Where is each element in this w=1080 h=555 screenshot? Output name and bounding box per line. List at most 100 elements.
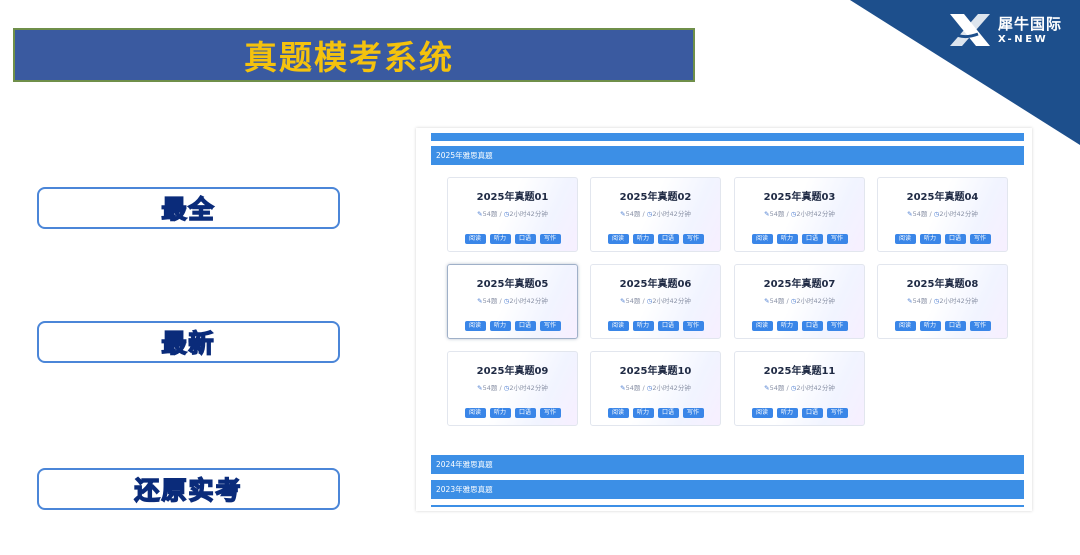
exam-card-title: 2025年真题08 [906, 279, 979, 290]
section-tag-button[interactable]: 口语 [657, 408, 679, 418]
exam-card-title: 2025年真题02 [619, 192, 692, 203]
feature-box-most-complete: 最全 [37, 187, 340, 229]
section-tag-button[interactable]: 听力 [776, 321, 798, 331]
section-tag-button[interactable]: 口语 [657, 321, 679, 331]
section-tag-button[interactable]: 写作 [539, 234, 561, 244]
section-tag-button[interactable]: 听力 [632, 321, 654, 331]
section-tag-button[interactable]: 写作 [539, 321, 561, 331]
question-count: 54题 [482, 384, 498, 392]
section-tag-button[interactable]: 听力 [489, 408, 511, 418]
exam-card-title: 2025年真题09 [476, 366, 549, 377]
question-count: 54题 [625, 297, 641, 305]
feature-label: 最新 [161, 328, 216, 359]
section-tag-button[interactable]: 阅读 [894, 321, 916, 331]
section-tag-button[interactable]: 阅读 [751, 234, 773, 244]
section-tag-button[interactable]: 写作 [826, 408, 848, 418]
section-tag-button[interactable]: 阅读 [894, 234, 916, 244]
exam-duration: 2小时42分钟 [939, 297, 978, 305]
section-tag-button[interactable]: 听力 [919, 321, 941, 331]
section-header-2023[interactable]: 2023年雅思真题 [431, 480, 1024, 499]
exam-card-tags: 阅读 听力 口语 写作 [591, 321, 720, 331]
exam-card[interactable]: 2025年真题02 ✎54题 / ◷2小时42分钟 阅读 听力 口语 写作 [590, 177, 721, 252]
exam-duration: 2小时42分钟 [796, 210, 835, 218]
section-tag-button[interactable]: 阅读 [751, 408, 773, 418]
exam-duration: 2小时42分钟 [652, 297, 691, 305]
exam-card[interactable]: 2025年真题06 ✎54题 / ◷2小时42分钟 阅读 听力 口语 写作 [590, 264, 721, 339]
section-tag-button[interactable]: 阅读 [464, 408, 486, 418]
exam-card-meta: ✎54题 / ◷2小时42分钟 [448, 382, 577, 392]
exam-duration: 2小时42分钟 [796, 297, 835, 305]
section-header-2024[interactable]: 2024年雅思真题 [431, 455, 1024, 474]
section-tag-button[interactable]: 听力 [776, 234, 798, 244]
exam-card[interactable]: 2025年真题07 ✎54题 / ◷2小时42分钟 阅读 听力 口语 写作 [734, 264, 865, 339]
page-title: 真题模考系统 [244, 38, 454, 77]
question-count: 54题 [769, 297, 785, 305]
exam-card[interactable]: 2025年真题08 ✎54题 / ◷2小时42分钟 阅读 听力 口语 写作 [877, 264, 1008, 339]
exam-card-tags: 阅读 听力 口语 写作 [735, 321, 864, 331]
section-tag-button[interactable]: 口语 [514, 321, 536, 331]
exam-card-tags: 阅读 听力 口语 写作 [735, 408, 864, 418]
exam-duration: 2小时42分钟 [652, 210, 691, 218]
section-tag-button[interactable]: 写作 [826, 321, 848, 331]
exam-card[interactable]: 2025年真题01 ✎54题 / ◷2小时42分钟 阅读 听力 口语 写作 [447, 177, 578, 252]
exam-list-panel: 2025年雅思真题 2025年真题01 ✎54题 / ◷2小时42分钟 阅读 听力 口语… [416, 128, 1032, 511]
question-count: 54题 [912, 297, 928, 305]
exam-card-title: 2025年真题01 [476, 192, 549, 203]
section-tag-button[interactable]: 听力 [776, 408, 798, 418]
section-tag-button[interactable]: 阅读 [607, 321, 629, 331]
question-count: 54题 [625, 384, 641, 392]
question-count: 54题 [912, 210, 928, 218]
section-tag-button[interactable]: 写作 [682, 408, 704, 418]
exam-card-tags: 阅读 听力 口语 写作 [878, 321, 1007, 331]
section-tag-button[interactable]: 阅读 [464, 321, 486, 331]
question-count: 54题 [625, 210, 641, 218]
exam-card-tags: 阅读 听力 口语 写作 [448, 234, 577, 244]
exam-card-tags: 阅读 听力 口语 写作 [591, 234, 720, 244]
section-tag-button[interactable]: 写作 [826, 234, 848, 244]
question-count: 54题 [769, 210, 785, 218]
logo-chinese-text: 犀牛国际 [998, 15, 1063, 33]
exam-card-title: 2025年真题06 [619, 279, 692, 290]
section-tag-button[interactable]: 写作 [682, 234, 704, 244]
exam-card-tags: 阅读 听力 口语 写作 [735, 234, 864, 244]
section-tag-button[interactable]: 口语 [944, 321, 966, 331]
exam-card-title: 2025年真题11 [763, 366, 836, 377]
section-tag-button[interactable]: 阅读 [607, 408, 629, 418]
section-tag-button[interactable]: 阅读 [751, 321, 773, 331]
section-tag-button[interactable]: 口语 [801, 408, 823, 418]
section-tag-button[interactable]: 口语 [944, 234, 966, 244]
section-tag-button[interactable]: 听力 [489, 234, 511, 244]
section-tag-button[interactable]: 写作 [539, 408, 561, 418]
exam-card-meta: ✎54题 / ◷2小时42分钟 [448, 208, 577, 218]
section-tag-button[interactable]: 写作 [969, 321, 991, 331]
section-tag-button[interactable]: 听力 [489, 321, 511, 331]
feature-box-real-exam: 还原实考 [37, 468, 340, 510]
feature-label: 最全 [161, 194, 216, 225]
exam-card-title: 2025年真题04 [906, 192, 979, 203]
section-tag-button[interactable]: 听力 [919, 234, 941, 244]
section-tag-button[interactable]: 听力 [632, 234, 654, 244]
section-tag-button[interactable]: 口语 [657, 234, 679, 244]
section-tag-button[interactable]: 写作 [969, 234, 991, 244]
exam-card[interactable]: 2025年真题03 ✎54题 / ◷2小时42分钟 阅读 听力 口语 写作 [734, 177, 865, 252]
exam-card[interactable]: 2025年真题09 ✎54题 / ◷2小时42分钟 阅读 听力 口语 写作 [447, 351, 578, 426]
question-count: 54题 [482, 210, 498, 218]
section-header-2025[interactable]: 2025年雅思真题 [431, 146, 1024, 165]
section-tag-button[interactable]: 听力 [632, 408, 654, 418]
exam-card[interactable]: 2025年真题04 ✎54题 / ◷2小时42分钟 阅读 听力 口语 写作 [877, 177, 1008, 252]
section-tag-button[interactable]: 口语 [514, 234, 536, 244]
section-tag-button[interactable]: 口语 [801, 234, 823, 244]
exam-card[interactable]: 2025年真题05 ✎54题 / ◷2小时42分钟 阅读 听力 口语 写作 [447, 264, 578, 339]
exam-card[interactable]: 2025年真题11 ✎54题 / ◷2小时42分钟 阅读 听力 口语 写作 [734, 351, 865, 426]
exam-card-tags: 阅读 听力 口语 写作 [448, 408, 577, 418]
exam-card[interactable]: 2025年真题10 ✎54题 / ◷2小时42分钟 阅读 听力 口语 写作 [590, 351, 721, 426]
question-count: 54题 [482, 297, 498, 305]
section-tag-button[interactable]: 写作 [682, 321, 704, 331]
section-tag-button[interactable]: 阅读 [607, 234, 629, 244]
exam-duration: 2小时42分钟 [652, 384, 691, 392]
section-tag-button[interactable]: 口语 [801, 321, 823, 331]
section-tag-button[interactable]: 阅读 [464, 234, 486, 244]
exam-card-title: 2025年真题10 [619, 366, 692, 377]
section-tag-button[interactable]: 口语 [514, 408, 536, 418]
exam-card-meta: ✎54题 / ◷2小时42分钟 [878, 295, 1007, 305]
